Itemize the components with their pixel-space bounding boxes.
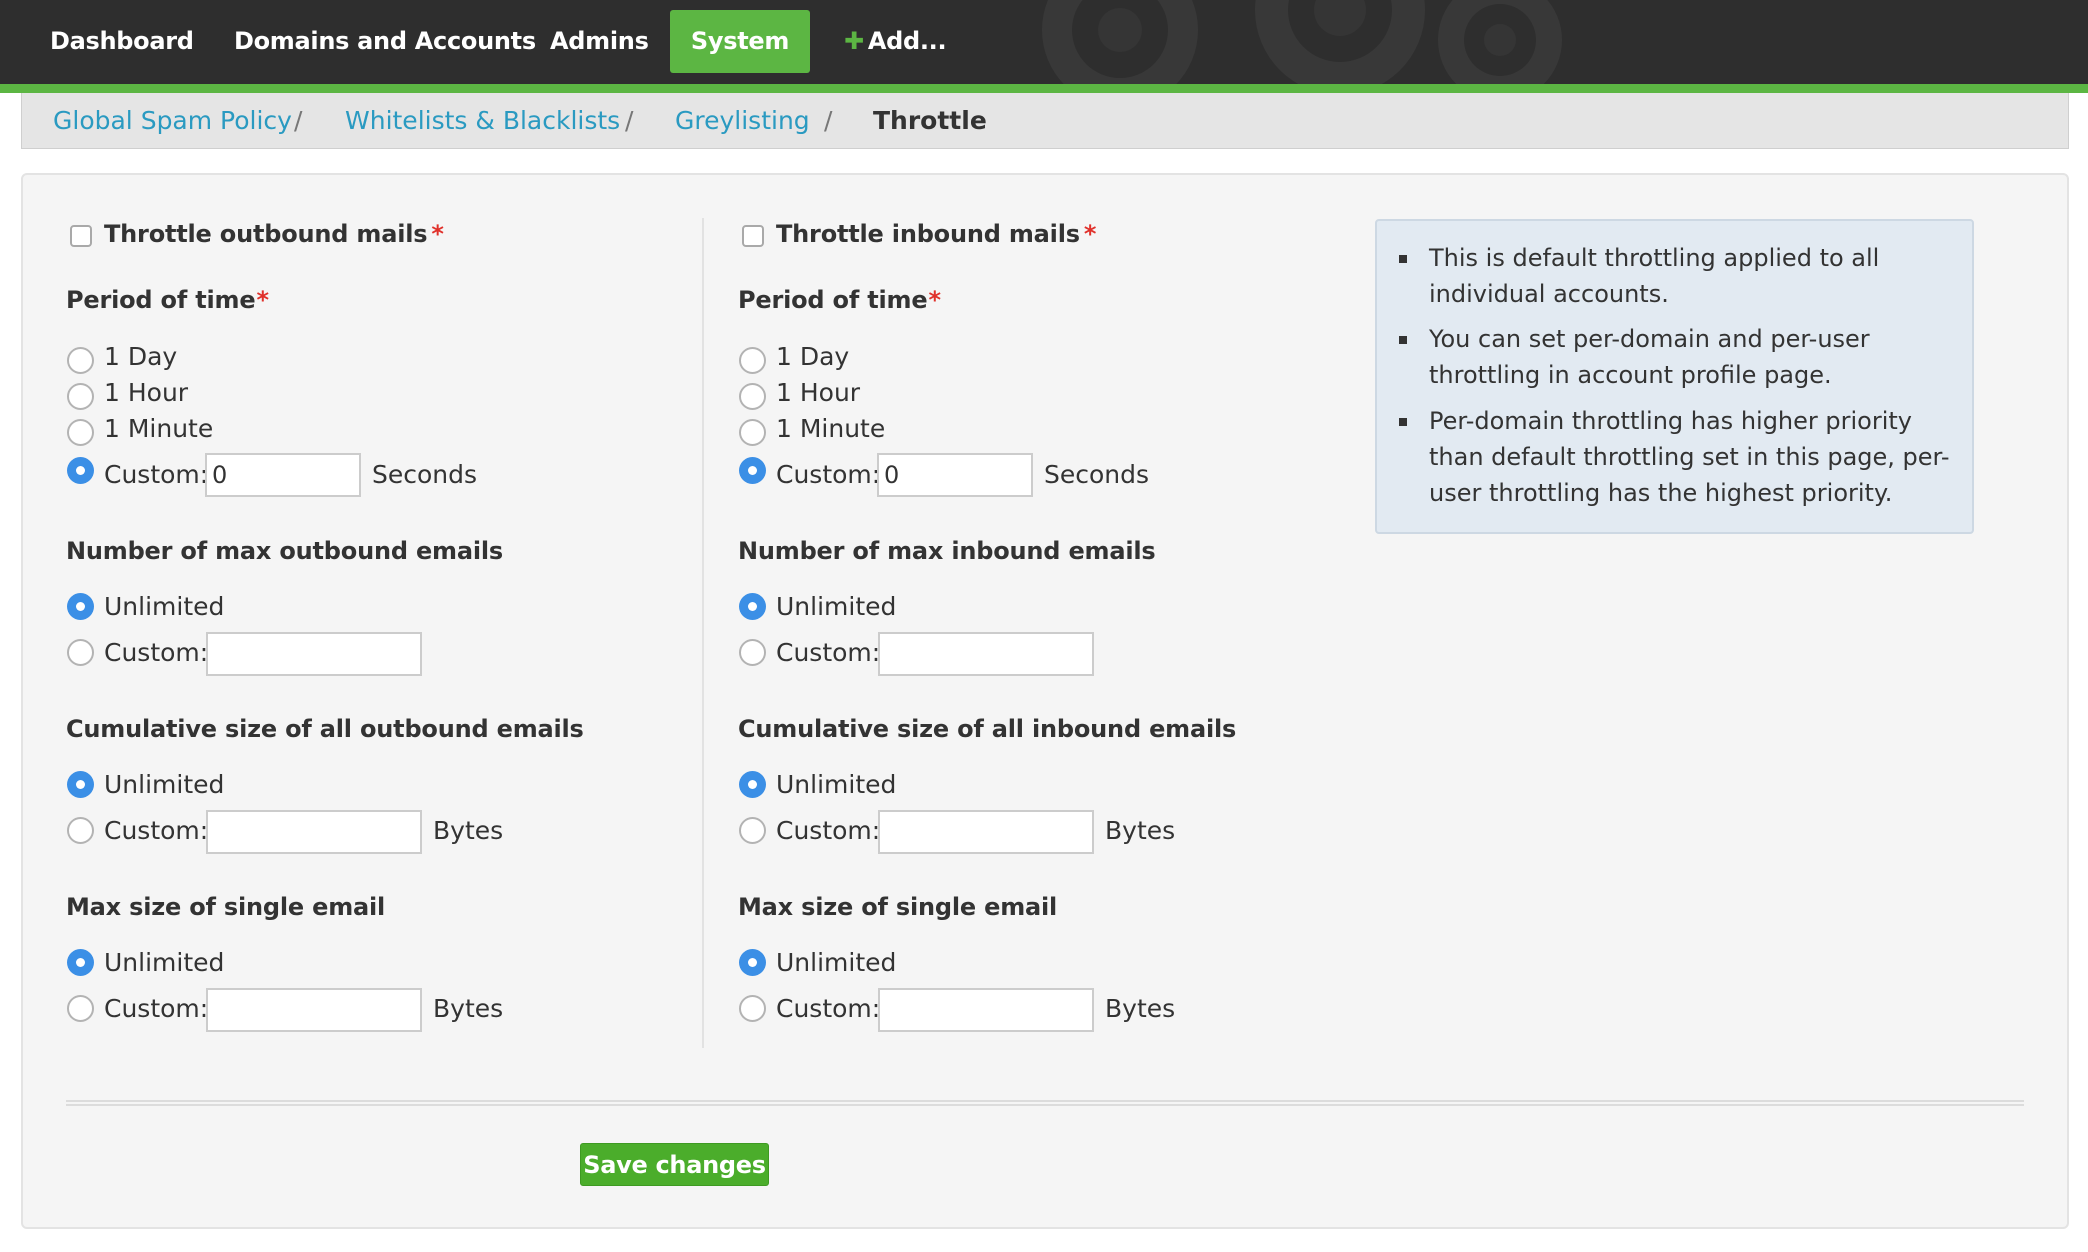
inbound-period-seconds-input[interactable]: 0 — [877, 453, 1033, 497]
inbound-period-custom-radio[interactable] — [739, 457, 766, 484]
inbound-max-single-bytes-input[interactable] — [878, 988, 1094, 1032]
info-item: You can set per-domain and per-user thro… — [1429, 325, 1870, 389]
inbound-max-emails-unlimited-label: Unlimited — [776, 592, 897, 621]
outbound-max-single-unlimited-label: Unlimited — [104, 948, 225, 977]
info-item: Per-domain throttling has higher priorit… — [1429, 407, 1950, 507]
breadcrumb-throttle-current: Throttle — [873, 106, 987, 135]
throttle-outbound-checkbox[interactable] — [70, 225, 92, 247]
breadcrumb-global-spam-policy[interactable]: Global Spam Policy — [53, 93, 292, 149]
inbound-period-1-hour-label: 1 Hour — [776, 378, 861, 407]
inbound-max-single-label: Max size of single email — [738, 893, 1058, 921]
inbound-max-emails-custom-label: Custom: — [776, 638, 881, 667]
outbound-period-1-hour-label: 1 Hour — [104, 378, 189, 407]
nav-add[interactable]: ✚ Add... — [822, 10, 968, 73]
throttle-inbound-label: Throttle inbound mails * — [776, 220, 1097, 248]
outbound-cumulative-unlimited-radio[interactable] — [67, 771, 94, 798]
outbound-period-1-hour-radio[interactable] — [67, 383, 94, 410]
column-divider — [702, 218, 704, 1048]
gears-decoration-icon — [1042, 0, 1562, 84]
inbound-period-1-day-label: 1 Day — [776, 342, 850, 371]
throttle-inbound-checkbox[interactable] — [742, 225, 764, 247]
breadcrumb-separator: / — [625, 106, 634, 135]
breadcrumb-separator: / — [824, 106, 833, 135]
inbound-period-1-minute-radio[interactable] — [739, 419, 766, 446]
outbound-max-emails-label: Number of max outbound emails — [66, 537, 503, 565]
outbound-max-single-unit: Bytes — [433, 994, 504, 1023]
outbound-max-single-label: Max size of single email — [66, 893, 386, 921]
throttle-outbound-label: Throttle outbound mails * — [104, 220, 444, 248]
outbound-period-seconds-input[interactable]: 0 — [205, 453, 361, 497]
inbound-max-emails-label: Number of max inbound emails — [738, 537, 1156, 565]
bullet-icon — [1399, 418, 1407, 426]
inbound-max-emails-custom-radio[interactable] — [739, 639, 766, 666]
outbound-max-emails-input[interactable] — [206, 632, 422, 676]
inbound-max-single-custom-radio[interactable] — [739, 995, 766, 1022]
outbound-cumulative-custom-label: Custom: — [104, 816, 209, 845]
save-changes-button[interactable]: Save changes — [580, 1143, 769, 1186]
bullet-icon — [1399, 336, 1407, 344]
required-mark: * — [928, 286, 941, 314]
inbound-max-emails-input[interactable] — [878, 632, 1094, 676]
inbound-max-single-unit: Bytes — [1105, 994, 1176, 1023]
throttle-info-box: This is default throttling applied to al… — [1375, 219, 1974, 534]
inbound-period-label: Period of time* — [738, 286, 941, 314]
outbound-max-single-bytes-input[interactable] — [206, 988, 422, 1032]
inbound-cumulative-bytes-input[interactable] — [878, 810, 1094, 854]
outbound-max-emails-custom-label: Custom: — [104, 638, 209, 667]
inbound-period-1-minute-label: 1 Minute — [776, 414, 886, 443]
outbound-cumulative-unlimited-label: Unlimited — [104, 770, 225, 799]
inbound-max-emails-unlimited-radio[interactable] — [739, 593, 766, 620]
outbound-period-1-minute-radio[interactable] — [67, 419, 94, 446]
inbound-cumulative-unit: Bytes — [1105, 816, 1176, 845]
inbound-cumulative-custom-radio[interactable] — [739, 817, 766, 844]
outbound-period-1-day-radio[interactable] — [67, 347, 94, 374]
nav-add-label: Add... — [867, 27, 947, 55]
inbound-period-unit: Seconds — [1044, 460, 1150, 489]
outbound-max-single-custom-label: Custom: — [104, 994, 209, 1023]
outbound-max-single-custom-radio[interactable] — [67, 995, 94, 1022]
required-mark: * — [1083, 220, 1097, 248]
outbound-period-label: Period of time* — [66, 286, 269, 314]
inbound-max-single-unlimited-radio[interactable] — [739, 949, 766, 976]
outbound-period-1-minute-label: 1 Minute — [104, 414, 214, 443]
inbound-cumulative-custom-label: Custom: — [776, 816, 881, 845]
outbound-max-emails-unlimited-label: Unlimited — [104, 592, 225, 621]
inbound-cumulative-unlimited-label: Unlimited — [776, 770, 897, 799]
inbound-max-single-unlimited-label: Unlimited — [776, 948, 897, 977]
outbound-max-emails-unlimited-radio[interactable] — [67, 593, 94, 620]
nav-dashboard[interactable]: Dashboard — [28, 10, 216, 73]
inbound-cumulative-unlimited-radio[interactable] — [739, 771, 766, 798]
outbound-max-emails-custom-radio[interactable] — [67, 639, 94, 666]
breadcrumb-greylisting[interactable]: Greylisting — [675, 93, 810, 149]
inbound-period-custom-label: Custom: — [776, 460, 881, 489]
outbound-period-custom-label: Custom: — [104, 460, 209, 489]
outbound-period-custom-radio[interactable] — [67, 457, 94, 484]
form-actions-divider — [66, 1100, 2024, 1106]
nav-domains-and-accounts[interactable]: Domains and Accounts — [212, 10, 558, 73]
required-mark: * — [431, 220, 444, 248]
inbound-max-single-custom-label: Custom: — [776, 994, 881, 1023]
outbound-period-unit: Seconds — [372, 460, 478, 489]
outbound-cumulative-size-label: Cumulative size of all outbound emails — [66, 715, 584, 743]
inbound-cumulative-size-label: Cumulative size of all inbound emails — [738, 715, 1237, 743]
outbound-cumulative-custom-radio[interactable] — [67, 817, 94, 844]
required-mark: * — [256, 286, 269, 314]
info-item: This is default throttling applied to al… — [1429, 244, 1880, 308]
outbound-cumulative-unit: Bytes — [433, 816, 504, 845]
breadcrumb-whitelists-blacklists[interactable]: Whitelists & Blacklists — [345, 93, 620, 149]
breadcrumb-separator: / — [294, 106, 303, 135]
top-navigation: Dashboard Domains and Accounts Admins Sy… — [0, 0, 2088, 93]
inbound-period-1-hour-radio[interactable] — [739, 383, 766, 410]
nav-admins[interactable]: Admins — [528, 10, 671, 73]
plus-icon: ✚ — [844, 27, 864, 55]
bullet-icon — [1399, 255, 1407, 263]
breadcrumb: Global Spam Policy / Whitelists & Blackl… — [21, 93, 2069, 149]
outbound-period-1-day-label: 1 Day — [104, 342, 178, 371]
outbound-max-single-unlimited-radio[interactable] — [67, 949, 94, 976]
outbound-cumulative-bytes-input[interactable] — [206, 810, 422, 854]
nav-system[interactable]: System — [670, 10, 810, 73]
inbound-period-1-day-radio[interactable] — [739, 347, 766, 374]
